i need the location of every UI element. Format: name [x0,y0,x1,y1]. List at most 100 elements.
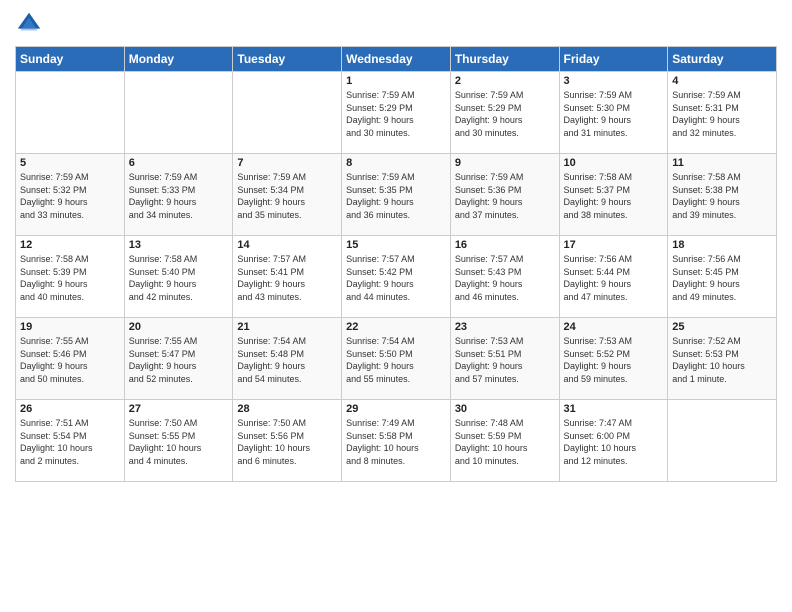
calendar-cell: 21 Sunrise: 7:54 AM Sunset: 5:48 PM Dayli… [233,318,342,400]
day-info: Sunrise: 7:57 AM Sunset: 5:41 PM Dayligh… [237,253,337,303]
calendar-cell: 13 Sunrise: 7:58 AM Sunset: 5:40 PM Dayli… [124,236,233,318]
day-number: 10 [564,157,664,169]
calendar-cell: 6 Sunrise: 7:59 AM Sunset: 5:33 PM Daylig… [124,154,233,236]
calendar-cell: 12 Sunrise: 7:58 AM Sunset: 5:39 PM Dayli… [16,236,125,318]
week-row-1: 1Sunrise: 7:59 AM Sunset: 5:29 PM Daylig… [16,72,777,154]
day-info: Sunrise: 7:59 AM Sunset: 5:36 PM Dayligh… [455,171,555,221]
logo-icon [15,10,43,38]
day-info: Sunrise: 7:55 AM Sunset: 5:46 PM Dayligh… [20,335,120,385]
day-info: Sunrise: 7:56 AM Sunset: 5:45 PM Dayligh… [672,253,772,303]
day-number: 5 [20,157,120,169]
day-info: Sunrise: 7:53 AM Sunset: 5:51 PM Dayligh… [455,335,555,385]
day-info: Sunrise: 7:58 AM Sunset: 5:37 PM Dayligh… [564,171,664,221]
day-info: Sunrise: 7:59 AM Sunset: 5:29 PM Dayligh… [455,89,555,139]
day-number: 28 [237,403,337,415]
calendar-cell: 23 Sunrise: 7:53 AM Sunset: 5:51 PM Dayli… [450,318,559,400]
calendar-cell: 11 Sunrise: 7:58 AM Sunset: 5:38 PM Dayli… [668,154,777,236]
day-number: 4 [672,75,772,87]
day-info: Sunrise: 7:58 AM Sunset: 5:39 PM Dayligh… [20,253,120,303]
day-number: 24 [564,321,664,333]
day-info: Sunrise: 7:57 AM Sunset: 5:42 PM Dayligh… [346,253,446,303]
week-row-4: 19Sunrise: 7:55 AM Sunset: 5:46 PM Dayli… [16,318,777,400]
day-number: 30 [455,403,555,415]
day-info: Sunrise: 7:59 AM Sunset: 5:31 PM Dayligh… [672,89,772,139]
day-number: 26 [20,403,120,415]
calendar-cell: 15 Sunrise: 7:57 AM Sunset: 5:42 PM Dayli… [342,236,451,318]
weekday-header-sunday: Sunday [16,47,125,72]
day-number: 11 [672,157,772,169]
weekday-header-friday: Friday [559,47,668,72]
day-info: Sunrise: 7:48 AM Sunset: 5:59 PM Dayligh… [455,417,555,467]
weekday-header-wednesday: Wednesday [342,47,451,72]
calendar-cell: 16 Sunrise: 7:57 AM Sunset: 5:43 PM Dayli… [450,236,559,318]
calendar-cell: 26 Sunrise: 7:51 AM Sunset: 5:54 PM Dayli… [16,400,125,482]
day-number: 3 [564,75,664,87]
calendar-cell: 1Sunrise: 7:59 AM Sunset: 5:29 PM Daylig… [342,72,451,154]
day-number: 21 [237,321,337,333]
calendar-cell [668,400,777,482]
day-info: Sunrise: 7:59 AM Sunset: 5:35 PM Dayligh… [346,171,446,221]
calendar-cell: 3 Sunrise: 7:59 AM Sunset: 5:30 PM Daylig… [559,72,668,154]
day-number: 23 [455,321,555,333]
day-info: Sunrise: 7:58 AM Sunset: 5:38 PM Dayligh… [672,171,772,221]
day-number: 20 [129,321,229,333]
day-info: Sunrise: 7:54 AM Sunset: 5:48 PM Dayligh… [237,335,337,385]
day-info: Sunrise: 7:59 AM Sunset: 5:33 PM Dayligh… [129,171,229,221]
day-number: 22 [346,321,446,333]
day-number: 7 [237,157,337,169]
calendar-cell [16,72,125,154]
calendar-cell: 27 Sunrise: 7:50 AM Sunset: 5:55 PM Dayli… [124,400,233,482]
weekday-header-saturday: Saturday [668,47,777,72]
day-number: 8 [346,157,446,169]
day-info: Sunrise: 7:55 AM Sunset: 5:47 PM Dayligh… [129,335,229,385]
day-info: Sunrise: 7:51 AM Sunset: 5:54 PM Dayligh… [20,417,120,467]
day-number: 13 [129,239,229,251]
calendar-cell [124,72,233,154]
calendar-cell: 9Sunrise: 7:59 AM Sunset: 5:36 PM Daylig… [450,154,559,236]
day-number: 12 [20,239,120,251]
calendar-cell: 18 Sunrise: 7:56 AM Sunset: 5:45 PM Dayli… [668,236,777,318]
day-info: Sunrise: 7:57 AM Sunset: 5:43 PM Dayligh… [455,253,555,303]
calendar-cell: 29 Sunrise: 7:49 AM Sunset: 5:58 PM Dayli… [342,400,451,482]
calendar-cell: 30 Sunrise: 7:48 AM Sunset: 5:59 PM Dayli… [450,400,559,482]
weekday-header-thursday: Thursday [450,47,559,72]
weekday-header-tuesday: Tuesday [233,47,342,72]
day-info: Sunrise: 7:54 AM Sunset: 5:50 PM Dayligh… [346,335,446,385]
week-row-2: 5 Sunrise: 7:59 AM Sunset: 5:32 PM Daylig… [16,154,777,236]
calendar-cell: 31Sunrise: 7:47 AM Sunset: 6:00 PM Dayli… [559,400,668,482]
day-info: Sunrise: 7:50 AM Sunset: 5:55 PM Dayligh… [129,417,229,467]
calendar-cell: 25Sunrise: 7:52 AM Sunset: 5:53 PM Dayli… [668,318,777,400]
day-info: Sunrise: 7:50 AM Sunset: 5:56 PM Dayligh… [237,417,337,467]
calendar-cell: 4 Sunrise: 7:59 AM Sunset: 5:31 PM Daylig… [668,72,777,154]
week-row-5: 26 Sunrise: 7:51 AM Sunset: 5:54 PM Dayli… [16,400,777,482]
day-info: Sunrise: 7:49 AM Sunset: 5:58 PM Dayligh… [346,417,446,467]
calendar-cell: 14Sunrise: 7:57 AM Sunset: 5:41 PM Dayli… [233,236,342,318]
day-info: Sunrise: 7:58 AM Sunset: 5:40 PM Dayligh… [129,253,229,303]
day-number: 6 [129,157,229,169]
day-number: 29 [346,403,446,415]
day-number: 27 [129,403,229,415]
calendar-cell: 19Sunrise: 7:55 AM Sunset: 5:46 PM Dayli… [16,318,125,400]
calendar-cell: 8 Sunrise: 7:59 AM Sunset: 5:35 PM Daylig… [342,154,451,236]
calendar-cell: 7Sunrise: 7:59 AM Sunset: 5:34 PM Daylig… [233,154,342,236]
day-number: 2 [455,75,555,87]
day-number: 17 [564,239,664,251]
weekday-header-monday: Monday [124,47,233,72]
day-number: 15 [346,239,446,251]
calendar-cell: 2 Sunrise: 7:59 AM Sunset: 5:29 PM Daylig… [450,72,559,154]
day-number: 16 [455,239,555,251]
day-info: Sunrise: 7:59 AM Sunset: 5:30 PM Dayligh… [564,89,664,139]
day-info: Sunrise: 7:52 AM Sunset: 5:53 PM Dayligh… [672,335,772,385]
day-info: Sunrise: 7:56 AM Sunset: 5:44 PM Dayligh… [564,253,664,303]
calendar-cell: 17 Sunrise: 7:56 AM Sunset: 5:44 PM Dayli… [559,236,668,318]
calendar-cell: 22 Sunrise: 7:54 AM Sunset: 5:50 PM Dayli… [342,318,451,400]
week-row-3: 12 Sunrise: 7:58 AM Sunset: 5:39 PM Dayli… [16,236,777,318]
day-info: Sunrise: 7:47 AM Sunset: 6:00 PM Dayligh… [564,417,664,467]
calendar-table: SundayMondayTuesdayWednesdayThursdayFrid… [15,46,777,482]
calendar-cell [233,72,342,154]
logo [15,10,45,38]
day-info: Sunrise: 7:59 AM Sunset: 5:32 PM Dayligh… [20,171,120,221]
calendar-page: SundayMondayTuesdayWednesdayThursdayFrid… [0,0,792,612]
weekday-header-row: SundayMondayTuesdayWednesdayThursdayFrid… [16,47,777,72]
day-number: 18 [672,239,772,251]
